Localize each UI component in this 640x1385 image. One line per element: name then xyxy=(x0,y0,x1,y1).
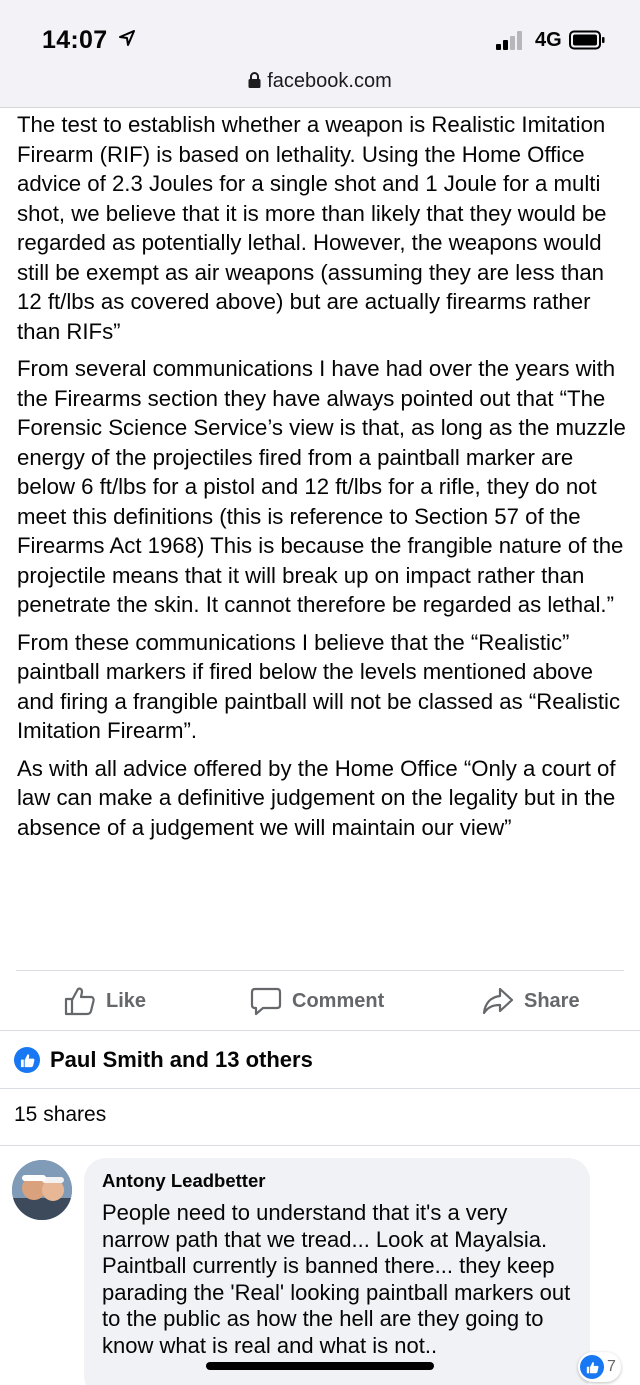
reactors-text: Paul Smith and 13 others xyxy=(50,1047,313,1072)
lock-icon xyxy=(248,72,261,88)
like-label: Like xyxy=(106,989,147,1012)
share-arrow-icon xyxy=(482,987,514,1015)
divider xyxy=(0,1030,640,1031)
divider xyxy=(0,1145,640,1146)
comment-reaction-count[interactable]: 7 xyxy=(578,1352,621,1382)
shares-count[interactable]: 15 shares xyxy=(14,1103,106,1127)
post-paragraph: As with all advice offered by the Home O… xyxy=(17,755,616,840)
share-label: Share xyxy=(524,989,580,1012)
like-reaction-icon xyxy=(14,1047,40,1073)
address-bar[interactable]: facebook.com xyxy=(0,70,640,93)
comment-label: Comment xyxy=(292,989,385,1012)
like-reaction-icon xyxy=(580,1355,604,1379)
status-time: 14:07 xyxy=(42,26,135,55)
comment-like-count: 7 xyxy=(607,1358,616,1375)
battery-icon xyxy=(569,30,605,50)
comment-text: People need to understand that it's a ve… xyxy=(102,1200,571,1358)
url-text: facebook.com xyxy=(267,70,392,92)
post-paragraph: From several communications I have had o… xyxy=(17,356,626,617)
post-paragraph: From these communications I believe that… xyxy=(17,629,621,744)
post-body: The test to establish whether a weapon i… xyxy=(17,110,627,850)
divider xyxy=(0,1088,640,1089)
share-button[interactable]: Share xyxy=(482,986,580,1016)
location-arrow-icon xyxy=(118,30,135,46)
cellular-signal-icon xyxy=(496,30,526,50)
like-button[interactable]: Like xyxy=(64,986,146,1016)
comment-bubble-icon xyxy=(250,987,282,1016)
clock-text: 14:07 xyxy=(42,26,108,54)
thumbs-up-icon xyxy=(64,987,95,1016)
avatar[interactable] xyxy=(12,1160,72,1220)
comment-button[interactable]: Comment xyxy=(250,986,384,1016)
reactions-summary[interactable]: Paul Smith and 13 others xyxy=(14,1042,313,1078)
divider xyxy=(16,970,624,971)
comment-bubble: Antony Leadbetter People need to underst… xyxy=(84,1158,590,1385)
network-type: 4G xyxy=(535,29,562,51)
post-action-bar: Like Comment Share xyxy=(16,972,624,1030)
post-paragraph: The test to establish whether a weapon i… xyxy=(17,112,607,344)
comment-author[interactable]: Antony Leadbetter xyxy=(102,1170,572,1192)
status-bar: 14:07 4G facebook.com xyxy=(0,0,640,108)
home-indicator[interactable] xyxy=(206,1362,434,1370)
